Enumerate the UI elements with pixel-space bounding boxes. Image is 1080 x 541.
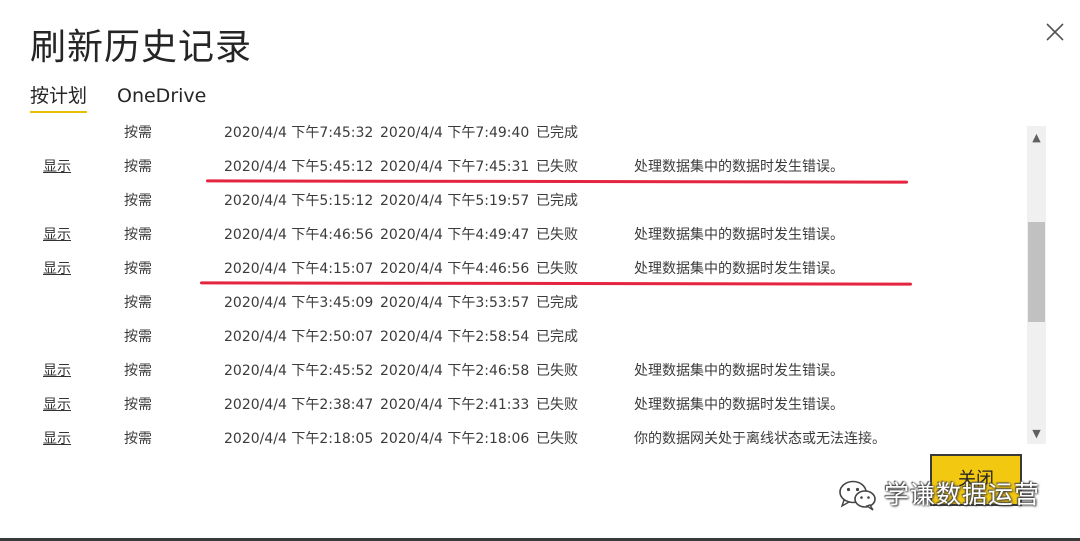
show-details-link[interactable]: 显示 [43,396,71,414]
table-row: 显示 按需 2020/4/4 下午2:18:05 2020/4/4 下午2:18… [0,422,1022,446]
table-row: 按需 2020/4/4 下午7:45:32 2020/4/4 下午7:49:40… [0,116,1022,150]
end-time: 2020/4/4 下午4:49:47 [380,227,530,243]
table-row: 显示 按需 2020/4/4 下午4:15:07 2020/4/4 下午4:46… [0,252,1022,286]
tab-scheduled[interactable]: 按计划 [30,82,88,113]
table-row: 显示 按需 2020/4/4 下午5:45:12 2020/4/4 下午7:45… [0,150,1022,184]
scroll-down-icon[interactable]: ▼ [1027,424,1046,444]
end-time: 2020/4/4 下午4:46:56 [380,261,530,277]
start-time: 2020/4/4 下午2:18:05 [224,431,374,446]
show-details-link[interactable]: 显示 [43,362,71,380]
close-icon[interactable] [1043,20,1067,44]
show-details-link[interactable]: 显示 [43,158,71,176]
refresh-type: 按需 [124,329,152,345]
detail-message: 处理数据集中的数据时发生错误。 [634,261,844,277]
start-time: 2020/4/4 下午3:45:09 [224,295,374,311]
show-details-link[interactable]: 显示 [43,430,71,446]
refresh-type: 按需 [124,193,152,209]
status: 已完成 [536,193,578,209]
refresh-type: 按需 [124,397,152,413]
start-time: 2020/4/4 下午5:15:12 [224,193,374,209]
refresh-type: 按需 [124,295,152,311]
end-time: 2020/4/4 下午7:45:31 [380,159,530,175]
status: 已失败 [536,227,578,243]
start-time: 2020/4/4 下午2:45:52 [224,363,374,379]
end-time: 2020/4/4 下午2:58:54 [380,329,530,345]
status: 已失败 [536,363,578,379]
wechat-icon [839,480,876,511]
refresh-type: 按需 [124,261,152,277]
status: 已失败 [536,159,578,175]
detail-message: 处理数据集中的数据时发生错误。 [634,397,844,413]
table-row: 按需 2020/4/4 下午2:50:07 2020/4/4 下午2:58:54… [0,320,1022,354]
detail-message: 处理数据集中的数据时发生错误。 [634,227,844,243]
status: 已完成 [536,295,578,311]
start-time: 2020/4/4 下午4:46:56 [224,227,374,243]
end-time: 2020/4/4 下午2:41:33 [380,397,530,413]
show-details-link[interactable]: 显示 [43,260,71,278]
refresh-history-dialog: 刷新历史记录 按计划 OneDrive 按需 2020/4/4 下午7:45:3… [0,0,1080,541]
tab-onedrive[interactable]: OneDrive [117,82,206,110]
vertical-scrollbar[interactable]: ▲ ▼ [1027,126,1046,444]
scroll-up-icon[interactable]: ▲ [1027,128,1046,148]
end-time: 2020/4/4 下午5:19:57 [380,193,530,209]
table-row: 按需 2020/4/4 下午3:45:09 2020/4/4 下午3:53:57… [0,286,1022,320]
dialog-title: 刷新历史记录 [30,27,253,68]
table-row: 按需 2020/4/4 下午5:15:12 2020/4/4 下午5:19:57… [0,184,1022,218]
table-row: 显示 按需 2020/4/4 下午2:45:52 2020/4/4 下午2:46… [0,354,1022,388]
refresh-type: 按需 [124,363,152,379]
refresh-type: 按需 [124,227,152,243]
start-time: 2020/4/4 下午7:45:32 [224,125,374,141]
table-row: 显示 按需 2020/4/4 下午2:38:47 2020/4/4 下午2:41… [0,388,1022,422]
table-row: 显示 按需 2020/4/4 下午4:46:56 2020/4/4 下午4:49… [0,218,1022,252]
end-time: 2020/4/4 下午3:53:57 [380,295,530,311]
refresh-type: 按需 [124,125,152,141]
status: 已完成 [536,329,578,345]
start-time: 2020/4/4 下午2:50:07 [224,329,374,345]
status: 已失败 [536,397,578,413]
refresh-type: 按需 [124,431,152,446]
show-details-link[interactable]: 显示 [43,226,71,244]
scrollbar-thumb[interactable] [1028,222,1045,322]
detail-message: 处理数据集中的数据时发生错误。 [634,363,844,379]
status: 已失败 [536,261,578,277]
watermark-text: 学谦数据运营 [884,480,1041,509]
status: 已完成 [536,125,578,141]
start-time: 2020/4/4 下午5:45:12 [224,159,374,175]
status: 已失败 [536,431,578,446]
start-time: 2020/4/4 下午4:15:07 [224,261,374,277]
detail-message: 你的数据网关处于离线状态或无法连接。 [634,431,886,446]
end-time: 2020/4/4 下午2:18:06 [380,431,530,446]
end-time: 2020/4/4 下午2:46:58 [380,363,530,379]
start-time: 2020/4/4 下午2:38:47 [224,397,374,413]
end-time: 2020/4/4 下午7:49:40 [380,125,530,141]
detail-message: 处理数据集中的数据时发生错误。 [634,159,844,175]
refresh-type: 按需 [124,159,152,175]
